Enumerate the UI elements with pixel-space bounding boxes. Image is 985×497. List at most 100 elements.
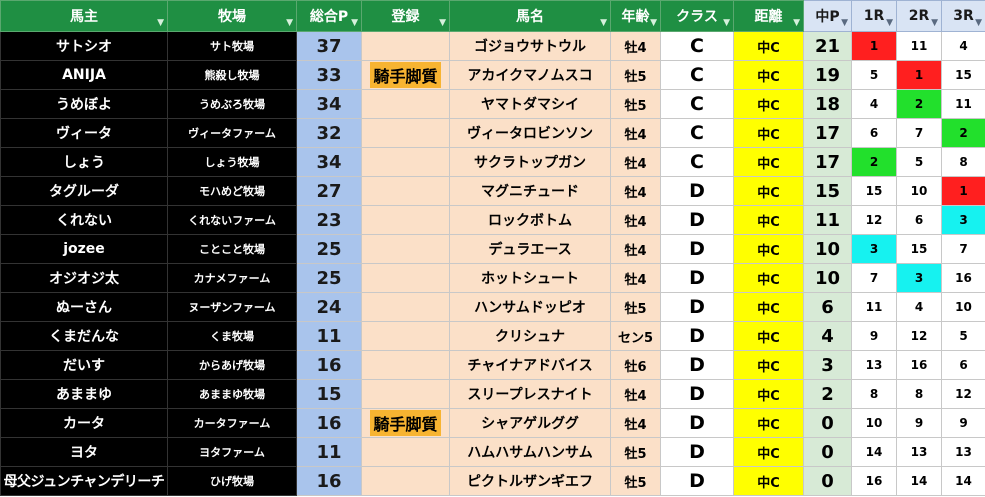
- distance-cell[interactable]: 中C: [733, 118, 804, 148]
- header-total[interactable]: 総合P ▼: [296, 0, 362, 32]
- registration-cell[interactable]: 騎手脚質: [361, 60, 450, 90]
- farm-cell[interactable]: うめぶろ牧場: [167, 89, 297, 119]
- race2-cell[interactable]: 16: [896, 350, 942, 380]
- total-points-cell[interactable]: 34: [296, 89, 362, 119]
- owner-cell[interactable]: サトシオ: [0, 31, 168, 61]
- mid-points-cell[interactable]: 2: [803, 379, 852, 409]
- owner-cell[interactable]: しょう: [0, 147, 168, 177]
- farm-cell[interactable]: あままゆ牧場: [167, 379, 297, 409]
- total-points-cell[interactable]: 15: [296, 379, 362, 409]
- class-cell[interactable]: C: [660, 118, 734, 148]
- owner-cell[interactable]: ヴィータ: [0, 118, 168, 148]
- farm-cell[interactable]: からあげ牧場: [167, 350, 297, 380]
- mid-points-cell[interactable]: 0: [803, 466, 852, 496]
- race3-cell[interactable]: 14: [941, 466, 985, 496]
- class-cell[interactable]: D: [660, 466, 734, 496]
- race1-cell[interactable]: 11: [851, 292, 897, 322]
- age-cell[interactable]: 牡4: [610, 118, 661, 148]
- farm-cell[interactable]: ひげ牧場: [167, 466, 297, 496]
- age-cell[interactable]: 牡5: [610, 89, 661, 119]
- distance-cell[interactable]: 中C: [733, 321, 804, 351]
- class-cell[interactable]: D: [660, 292, 734, 322]
- mid-points-cell[interactable]: 6: [803, 292, 852, 322]
- distance-cell[interactable]: 中C: [733, 379, 804, 409]
- farm-cell[interactable]: ヴィータファーム: [167, 118, 297, 148]
- owner-cell[interactable]: カータ: [0, 408, 168, 438]
- registration-cell[interactable]: [361, 147, 450, 177]
- owner-cell[interactable]: オジオジ太: [0, 263, 168, 293]
- farm-cell[interactable]: くれないファーム: [167, 205, 297, 235]
- race1-cell[interactable]: 7: [851, 263, 897, 293]
- header-r3[interactable]: 3R ▼: [941, 0, 985, 32]
- distance-cell[interactable]: 中C: [733, 89, 804, 119]
- class-cell[interactable]: C: [660, 147, 734, 177]
- header-farm[interactable]: 牧場 ▼: [167, 0, 297, 32]
- mid-points-cell[interactable]: 15: [803, 176, 852, 206]
- header-midp[interactable]: 中P ▼: [803, 0, 852, 32]
- owner-cell[interactable]: くまだんな: [0, 321, 168, 351]
- horse-name-cell[interactable]: シャアゲルググ: [449, 408, 611, 438]
- farm-cell[interactable]: ヌーザンファーム: [167, 292, 297, 322]
- farm-cell[interactable]: サト牧場: [167, 31, 297, 61]
- race3-cell[interactable]: 1: [941, 176, 985, 206]
- race3-cell[interactable]: 16: [941, 263, 985, 293]
- registration-cell[interactable]: [361, 31, 450, 61]
- class-cell[interactable]: D: [660, 437, 734, 467]
- header-horse[interactable]: 馬名 ▼: [449, 0, 611, 32]
- farm-cell[interactable]: モハめど牧場: [167, 176, 297, 206]
- owner-cell[interactable]: あままゆ: [0, 379, 168, 409]
- race1-cell[interactable]: 15: [851, 176, 897, 206]
- class-cell[interactable]: D: [660, 176, 734, 206]
- total-points-cell[interactable]: 11: [296, 321, 362, 351]
- race2-cell[interactable]: 8: [896, 379, 942, 409]
- age-cell[interactable]: 牡5: [610, 292, 661, 322]
- race3-cell[interactable]: 6: [941, 350, 985, 380]
- race1-cell[interactable]: 12: [851, 205, 897, 235]
- horse-name-cell[interactable]: ピクトルザンギエフ: [449, 466, 611, 496]
- race3-cell[interactable]: 11: [941, 89, 985, 119]
- race1-cell[interactable]: 4: [851, 89, 897, 119]
- distance-cell[interactable]: 中C: [733, 176, 804, 206]
- owner-cell[interactable]: ヨタ: [0, 437, 168, 467]
- age-cell[interactable]: 牡4: [610, 234, 661, 264]
- filter-dropdown-icon[interactable]: ▼: [886, 19, 893, 28]
- race2-cell[interactable]: 3: [896, 263, 942, 293]
- registration-cell[interactable]: [361, 205, 450, 235]
- farm-cell[interactable]: カータファーム: [167, 408, 297, 438]
- owner-cell[interactable]: タグルーダ: [0, 176, 168, 206]
- owner-cell[interactable]: 母父ジュンチャンデリーチ: [0, 466, 168, 496]
- total-points-cell[interactable]: 25: [296, 263, 362, 293]
- race1-cell[interactable]: 1: [851, 31, 897, 61]
- horse-name-cell[interactable]: ヤマトダマシイ: [449, 89, 611, 119]
- age-cell[interactable]: 牡5: [610, 437, 661, 467]
- class-cell[interactable]: C: [660, 89, 734, 119]
- total-points-cell[interactable]: 24: [296, 292, 362, 322]
- age-cell[interactable]: 牡4: [610, 263, 661, 293]
- filter-dropdown-icon[interactable]: ▼: [793, 19, 800, 28]
- header-r2[interactable]: 2R ▼: [896, 0, 942, 32]
- distance-cell[interactable]: 中C: [733, 350, 804, 380]
- race3-cell[interactable]: 5: [941, 321, 985, 351]
- race1-cell[interactable]: 14: [851, 437, 897, 467]
- race2-cell[interactable]: 7: [896, 118, 942, 148]
- filter-dropdown-icon[interactable]: ▼: [351, 19, 358, 28]
- horse-name-cell[interactable]: ヴィータロビンソン: [449, 118, 611, 148]
- race1-cell[interactable]: 3: [851, 234, 897, 264]
- horse-name-cell[interactable]: アカイクマノムスコ: [449, 60, 611, 90]
- filter-dropdown-icon[interactable]: ▼: [975, 19, 982, 28]
- header-reg[interactable]: 登録 ▼: [361, 0, 450, 32]
- header-owner[interactable]: 馬主 ▼: [0, 0, 168, 32]
- header-distance[interactable]: 距離 ▼: [733, 0, 804, 32]
- race3-cell[interactable]: 8: [941, 147, 985, 177]
- race3-cell[interactable]: 4: [941, 31, 985, 61]
- race3-cell[interactable]: 2: [941, 118, 985, 148]
- registration-cell[interactable]: [361, 350, 450, 380]
- farm-cell[interactable]: くま牧場: [167, 321, 297, 351]
- total-points-cell[interactable]: 27: [296, 176, 362, 206]
- registration-cell[interactable]: [361, 466, 450, 496]
- horse-name-cell[interactable]: スリープレスナイト: [449, 379, 611, 409]
- race1-cell[interactable]: 5: [851, 60, 897, 90]
- age-cell[interactable]: 牡4: [610, 205, 661, 235]
- class-cell[interactable]: D: [660, 350, 734, 380]
- mid-points-cell[interactable]: 17: [803, 147, 852, 177]
